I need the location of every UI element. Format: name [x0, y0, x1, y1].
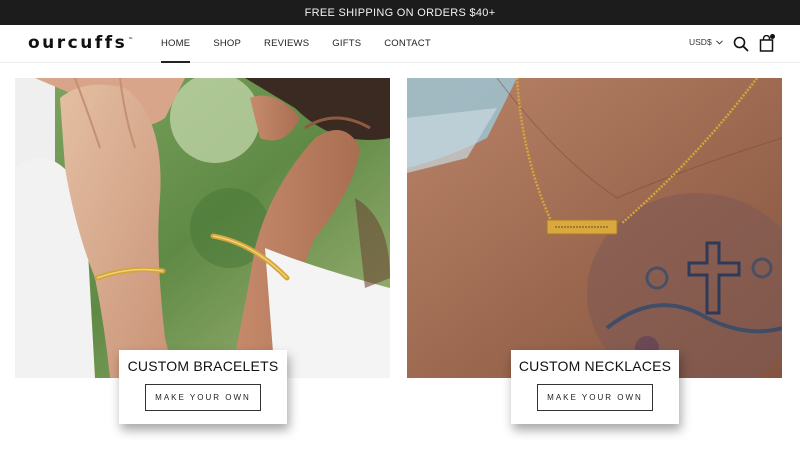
necklaces-photo — [407, 78, 782, 378]
currency-label: USD$ — [689, 37, 712, 47]
make-your-own-bracelets-button[interactable]: MAKE YOUR OWN — [145, 384, 261, 411]
bracelets-image[interactable] — [15, 78, 390, 378]
necklaces-title[interactable]: CUSTOM NECKLACES — [519, 358, 671, 374]
bracelets-card: CUSTOM BRACELETS MAKE YOUR OWN — [119, 350, 287, 424]
main-nav: HOME SHOP REVIEWS GIFTS CONTACT — [161, 25, 454, 63]
necklaces-image[interactable] — [407, 78, 782, 378]
currency-selector[interactable]: USD$ — [689, 37, 723, 47]
make-your-own-necklaces-button[interactable]: MAKE YOUR OWN — [537, 384, 653, 411]
logo[interactable]: ourcuffs™ — [28, 33, 133, 53]
nav-home[interactable]: HOME — [161, 25, 191, 63]
nav-contact[interactable]: CONTACT — [384, 25, 431, 63]
logo-text: ourcuffs — [28, 33, 128, 53]
nav-gifts[interactable]: GIFTS — [332, 25, 361, 63]
logo-trademark: ™ — [128, 37, 134, 44]
necklaces-card: CUSTOM NECKLACES MAKE YOUR OWN — [511, 350, 679, 424]
announcement-text: FREE SHIPPING ON ORDERS $40+ — [304, 6, 496, 19]
chevron-down-icon — [715, 39, 723, 45]
nav-reviews[interactable]: REVIEWS — [264, 25, 309, 63]
announcement-bar: FREE SHIPPING ON ORDERS $40+ — [0, 0, 800, 25]
bracelets-title[interactable]: CUSTOM BRACELETS — [128, 358, 279, 374]
cart-badge-dot — [770, 34, 775, 39]
search-icon[interactable] — [733, 36, 749, 52]
site-header: ourcuffs™ HOME SHOP REVIEWS GIFTS CONTAC… — [0, 25, 800, 63]
nav-shop[interactable]: SHOP — [213, 25, 241, 63]
bracelets-photo — [15, 78, 390, 378]
